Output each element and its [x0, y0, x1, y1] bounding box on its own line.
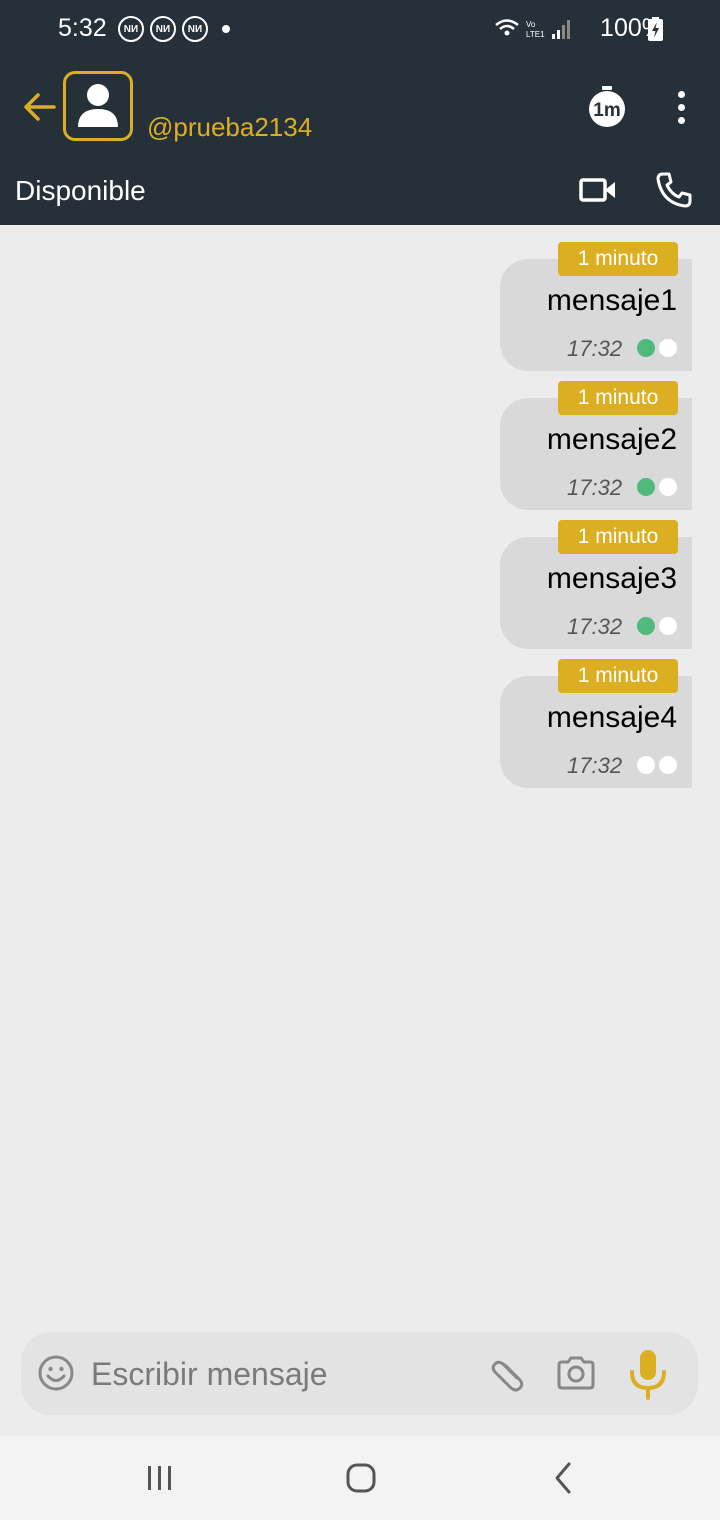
message-text: mensaje1 — [546, 284, 677, 317]
message-time: 17:32 — [567, 336, 623, 361]
arrow-left-icon — [24, 93, 56, 121]
status-time: 5:32 — [58, 14, 107, 42]
emoji-button[interactable] — [37, 1354, 75, 1392]
timer-button[interactable]: 1m — [584, 84, 630, 130]
read-tick-icon — [659, 756, 677, 774]
ttl-badge: 1 minuto — [558, 659, 678, 693]
more-vert-icon — [677, 103, 685, 111]
message-composer — [21, 1332, 698, 1415]
microphone-icon — [630, 1350, 666, 1400]
read-tick-icon — [659, 617, 677, 635]
contact-username[interactable]: @prueba2134 — [147, 112, 312, 143]
ttl-badge: 1 minuto — [558, 242, 678, 276]
svg-text:Vo: Vo — [526, 20, 536, 29]
microphone-button[interactable] — [625, 1346, 671, 1402]
camera-button[interactable] — [555, 1352, 597, 1394]
status-bar: 5:32 NИ NИ NИ Vo LTE1 100% — [0, 0, 720, 62]
message-text: mensaje3 — [546, 562, 677, 595]
message-time: 17:32 — [567, 475, 623, 500]
nav-back-button[interactable] — [545, 1458, 583, 1498]
avatar[interactable] — [63, 71, 133, 141]
read-tick-icon — [659, 339, 677, 357]
back-button[interactable] — [18, 86, 60, 128]
read-tick-icon — [659, 478, 677, 496]
message-text: mensaje2 — [546, 423, 677, 456]
video-camera-icon — [579, 178, 615, 202]
svg-text:LTE1: LTE1 — [526, 30, 545, 39]
signal-icons: Vo LTE1 — [495, 19, 570, 39]
more-vert-icon — [677, 116, 685, 124]
message-text: mensaje4 — [546, 701, 677, 734]
more-options-button[interactable] — [664, 86, 698, 128]
ttl-badge: 1 minuto — [558, 381, 678, 415]
home-button[interactable] — [340, 1458, 382, 1498]
user-icon — [78, 84, 118, 127]
notification-icon: NИ — [118, 16, 144, 42]
timer-icon: 1m — [589, 86, 625, 127]
camera-icon — [557, 1356, 595, 1390]
more-notifications-dot — [222, 25, 230, 33]
system-navigation-bar — [0, 1436, 720, 1520]
delivered-tick-icon — [637, 756, 655, 774]
presence-status: Disponible — [15, 175, 146, 206]
notification-icon: NИ — [182, 16, 208, 42]
voice-call-button[interactable] — [654, 170, 694, 210]
video-call-button[interactable] — [578, 170, 618, 210]
paperclip-icon — [491, 1360, 524, 1392]
emoji-icon — [38, 1355, 74, 1391]
chat-header: @prueba2134 1m Disponible — [0, 62, 720, 225]
message-time: 17:32 — [567, 753, 623, 778]
ttl-badge: 1 minuto — [558, 520, 678, 554]
notification-icon: NИ — [150, 16, 176, 42]
battery-icon — [648, 17, 663, 41]
recent-apps-button[interactable] — [140, 1460, 180, 1496]
more-vert-icon — [677, 90, 685, 98]
message-time: 17:32 — [567, 614, 623, 639]
delivered-tick-icon — [637, 478, 655, 496]
timer-label: 1m — [593, 100, 620, 121]
message-input[interactable] — [91, 1352, 481, 1396]
attach-button[interactable] — [487, 1352, 529, 1394]
delivered-tick-icon — [637, 617, 655, 635]
phone-icon — [656, 172, 692, 208]
delivered-tick-icon — [637, 339, 655, 357]
